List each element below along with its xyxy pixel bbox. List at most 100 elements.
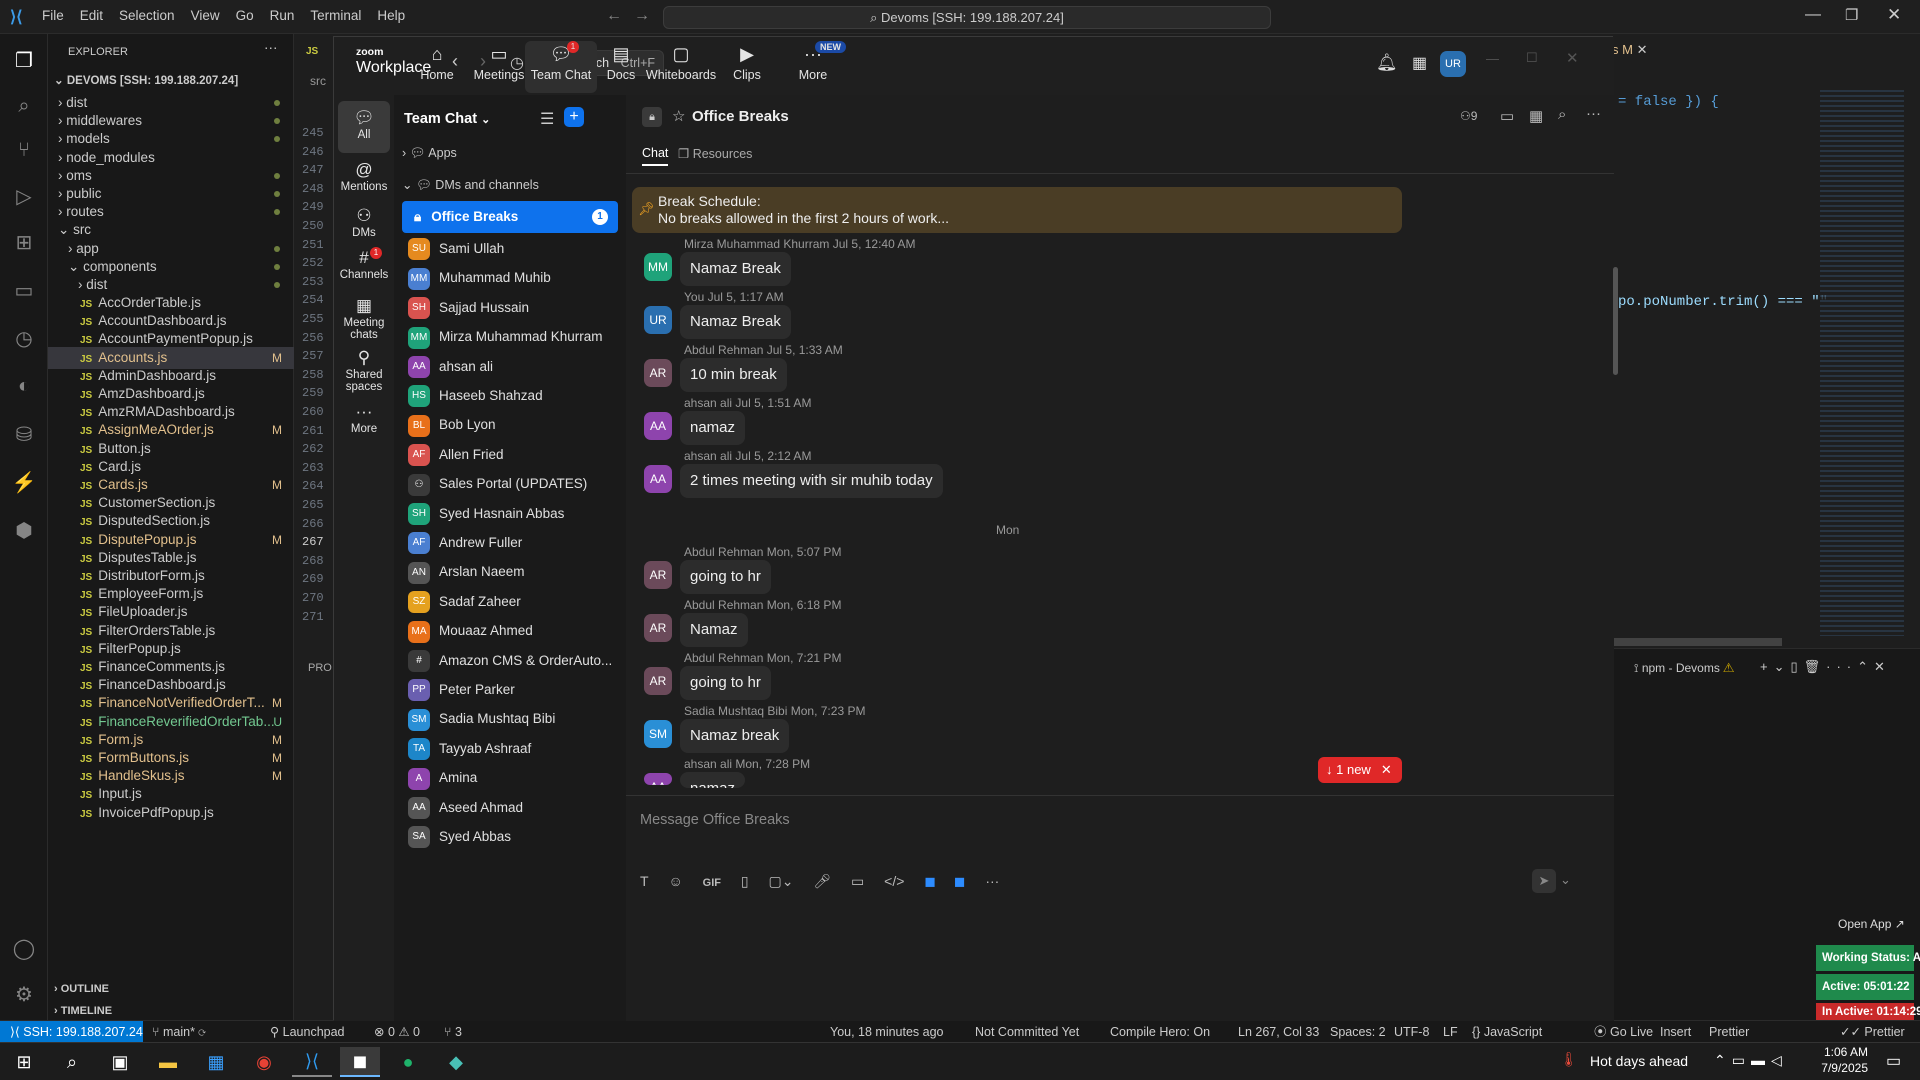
- apps-section[interactable]: › 💬︎ Apps: [402, 137, 618, 169]
- app-taskbar-icon[interactable]: ●: [388, 1047, 428, 1077]
- encoding[interactable]: UTF-8: [1394, 1021, 1429, 1043]
- outline-section[interactable]: › OUTLINE: [48, 978, 294, 1000]
- message-bubble[interactable]: namaz: [680, 772, 746, 788]
- video-icon[interactable]: ▭: [1500, 107, 1514, 125]
- pinned-message[interactable]: 📌︎ Break Schedule: No breaks allowed in …: [632, 187, 1402, 233]
- message-bubble[interactable]: going to hr: [680, 666, 771, 700]
- problems-indicator[interactable]: ⊗ 0 ⚠ 0: [374, 1021, 420, 1043]
- tab-more[interactable]: ··· More NEW: [777, 41, 849, 93]
- message-bubble[interactable]: going to hr: [680, 560, 771, 594]
- chat-list-item[interactable]: SZ Sadaf Zaheer: [402, 586, 618, 618]
- team-chat-dropdown[interactable]: Team Chat ⌄: [404, 111, 490, 127]
- store-icon[interactable]: ▦: [196, 1047, 236, 1077]
- calendar-icon[interactable]: ▦: [1529, 107, 1543, 125]
- file-explorer-icon[interactable]: ▬: [148, 1047, 188, 1077]
- ports-indicator[interactable]: ⑂ 3: [444, 1021, 462, 1043]
- message-bubble[interactable]: namaz: [680, 411, 746, 445]
- code-line[interactable]: po.poNumber.trim() === "": [1618, 294, 1828, 310]
- sender-avatar[interactable]: AA: [644, 412, 672, 440]
- video-message-icon[interactable]: ▭: [851, 873, 864, 889]
- chat-list-item[interactable]: SU Sami Ullah: [402, 233, 618, 265]
- close-icon[interactable]: ✕: [1887, 5, 1901, 25]
- task-view-icon[interactable]: ▣: [100, 1047, 140, 1077]
- mic-icon[interactable]: 🎤︎: [813, 873, 831, 889]
- chat-list-item[interactable]: AA Aseed Ahmad: [402, 792, 618, 824]
- terminal-actions[interactable]: +⌄▯🗑···⌃✕: [1760, 659, 1891, 675]
- sender-avatar[interactable]: AR: [644, 614, 672, 642]
- format-text-icon[interactable]: T: [640, 873, 649, 889]
- channel-office-breaks[interactable]: 🔒︎ Office Breaks 1: [402, 201, 618, 233]
- sender-avatar[interactable]: AA: [644, 465, 672, 493]
- clock-time[interactable]: 1:06 AM: [1798, 1045, 1868, 1059]
- screenshot-icon[interactable]: ▢⌄: [768, 873, 793, 889]
- menu-item-go[interactable]: Go: [236, 8, 254, 23]
- git-graph-icon[interactable]: ◐: [8, 370, 40, 402]
- insert-mode[interactable]: Insert: [1660, 1021, 1691, 1043]
- horizontal-scrollbar[interactable]: [1612, 638, 1782, 646]
- sender-avatar[interactable]: AR: [644, 561, 672, 589]
- run-debug-icon[interactable]: ▷: [8, 180, 40, 212]
- sender-avatar[interactable]: MM: [644, 253, 672, 281]
- message-bubble[interactable]: Namaz: [680, 613, 748, 647]
- sender-avatar[interactable]: AR: [644, 359, 672, 387]
- account-icon[interactable]: ◯: [8, 932, 40, 964]
- sender-avatar[interactable]: AA: [644, 773, 672, 785]
- rail-channels[interactable]: # Channels 1: [338, 247, 390, 281]
- database-icon[interactable]: ⛁: [8, 418, 40, 450]
- menu-item-selection[interactable]: Selection: [119, 8, 175, 23]
- rail-dms[interactable]: ⚇ DMs: [338, 205, 390, 239]
- chat-list-item[interactable]: TA Tayyab Ashraaf: [402, 733, 618, 765]
- message-input[interactable]: Message Office Breaks: [640, 805, 1600, 835]
- git-blame[interactable]: You, 18 minutes ago: [830, 1021, 944, 1043]
- clock-date[interactable]: 7/9/2025: [1798, 1061, 1868, 1075]
- chat-list-item[interactable]: AF Andrew Fuller: [402, 527, 618, 559]
- rail-more[interactable]: ··· More: [338, 401, 390, 435]
- chat-list-item[interactable]: A Amina: [402, 762, 618, 794]
- gif-icon[interactable]: GIF: [703, 877, 721, 889]
- chat-list-item[interactable]: SM Sadia Mushtaq Bibi: [402, 703, 618, 735]
- channel-title[interactable]: Office Breaks: [692, 108, 789, 125]
- sender-avatar[interactable]: UR: [644, 306, 672, 334]
- zoom-taskbar-icon[interactable]: ◼: [340, 1047, 380, 1077]
- star-icon[interactable]: ☆: [672, 107, 685, 125]
- chat-list-item[interactable]: SH Sajjad Hussain: [402, 292, 618, 324]
- notifications-icon[interactable]: ▭: [1886, 1051, 1901, 1071]
- menu-item-view[interactable]: View: [191, 8, 220, 23]
- files-icon[interactable]: ❐: [8, 44, 40, 76]
- eol[interactable]: LF: [1443, 1021, 1458, 1043]
- launchpad[interactable]: ⚲ Launchpad: [270, 1021, 345, 1043]
- forward-arrow-icon[interactable]: →: [634, 7, 650, 25]
- remote-explorer-icon[interactable]: ▭: [8, 274, 40, 306]
- search-icon[interactable]: ⌕: [52, 1047, 92, 1077]
- sender-avatar[interactable]: SM: [644, 720, 672, 748]
- chat-list-item[interactable]: SA Syed Abbas: [402, 821, 618, 853]
- more-actions-icon[interactable]: ···: [264, 40, 278, 55]
- chevron-down-icon[interactable]: ⌄: [1560, 872, 1571, 888]
- rail-shared-spaces[interactable]: ⚲ Shared spaces: [338, 347, 390, 393]
- menu-item-run[interactable]: Run: [270, 8, 295, 23]
- menu-item-file[interactable]: File: [42, 8, 64, 23]
- rail-mentions[interactable]: @ Mentions: [338, 159, 390, 193]
- timeline-icon[interactable]: ◷: [8, 322, 40, 354]
- file-row[interactable]: JS InvoicePdfPopup.js: [48, 802, 294, 824]
- new-chat-button[interactable]: +: [564, 107, 584, 127]
- chat-list-item[interactable]: AF Allen Fried: [402, 439, 618, 471]
- chat-list-item[interactable]: AA ahsan ali: [402, 351, 618, 383]
- send-button[interactable]: ➤: [1532, 869, 1556, 893]
- chat-list-item[interactable]: AN Arslan Naeem: [402, 556, 618, 588]
- menu-item-edit[interactable]: Edit: [80, 8, 103, 23]
- tab-resources[interactable]: ❐ Resources: [678, 146, 752, 161]
- user-avatar[interactable]: UR: [1440, 51, 1466, 77]
- branch-indicator[interactable]: ⑂ main* ⟳: [152, 1021, 206, 1043]
- open-app-link[interactable]: Open App ↗: [1838, 917, 1905, 931]
- more-icon[interactable]: ···: [985, 873, 999, 889]
- close-icon[interactable]: ✕: [1381, 762, 1392, 777]
- message-bubble[interactable]: Namaz Break: [680, 305, 791, 339]
- chat-scrollbar[interactable]: [1613, 267, 1618, 375]
- dms-channels-section[interactable]: ⌄ 💬︎ DMs and channels: [402, 169, 618, 201]
- tab-clips[interactable]: ▶ Clips: [711, 41, 783, 93]
- settings-gear-icon[interactable]: ⚙: [8, 978, 40, 1010]
- file-icon[interactable]: ▯: [741, 873, 749, 889]
- live-share-icon[interactable]: ⚡: [8, 466, 40, 498]
- sender-avatar[interactable]: AR: [644, 667, 672, 695]
